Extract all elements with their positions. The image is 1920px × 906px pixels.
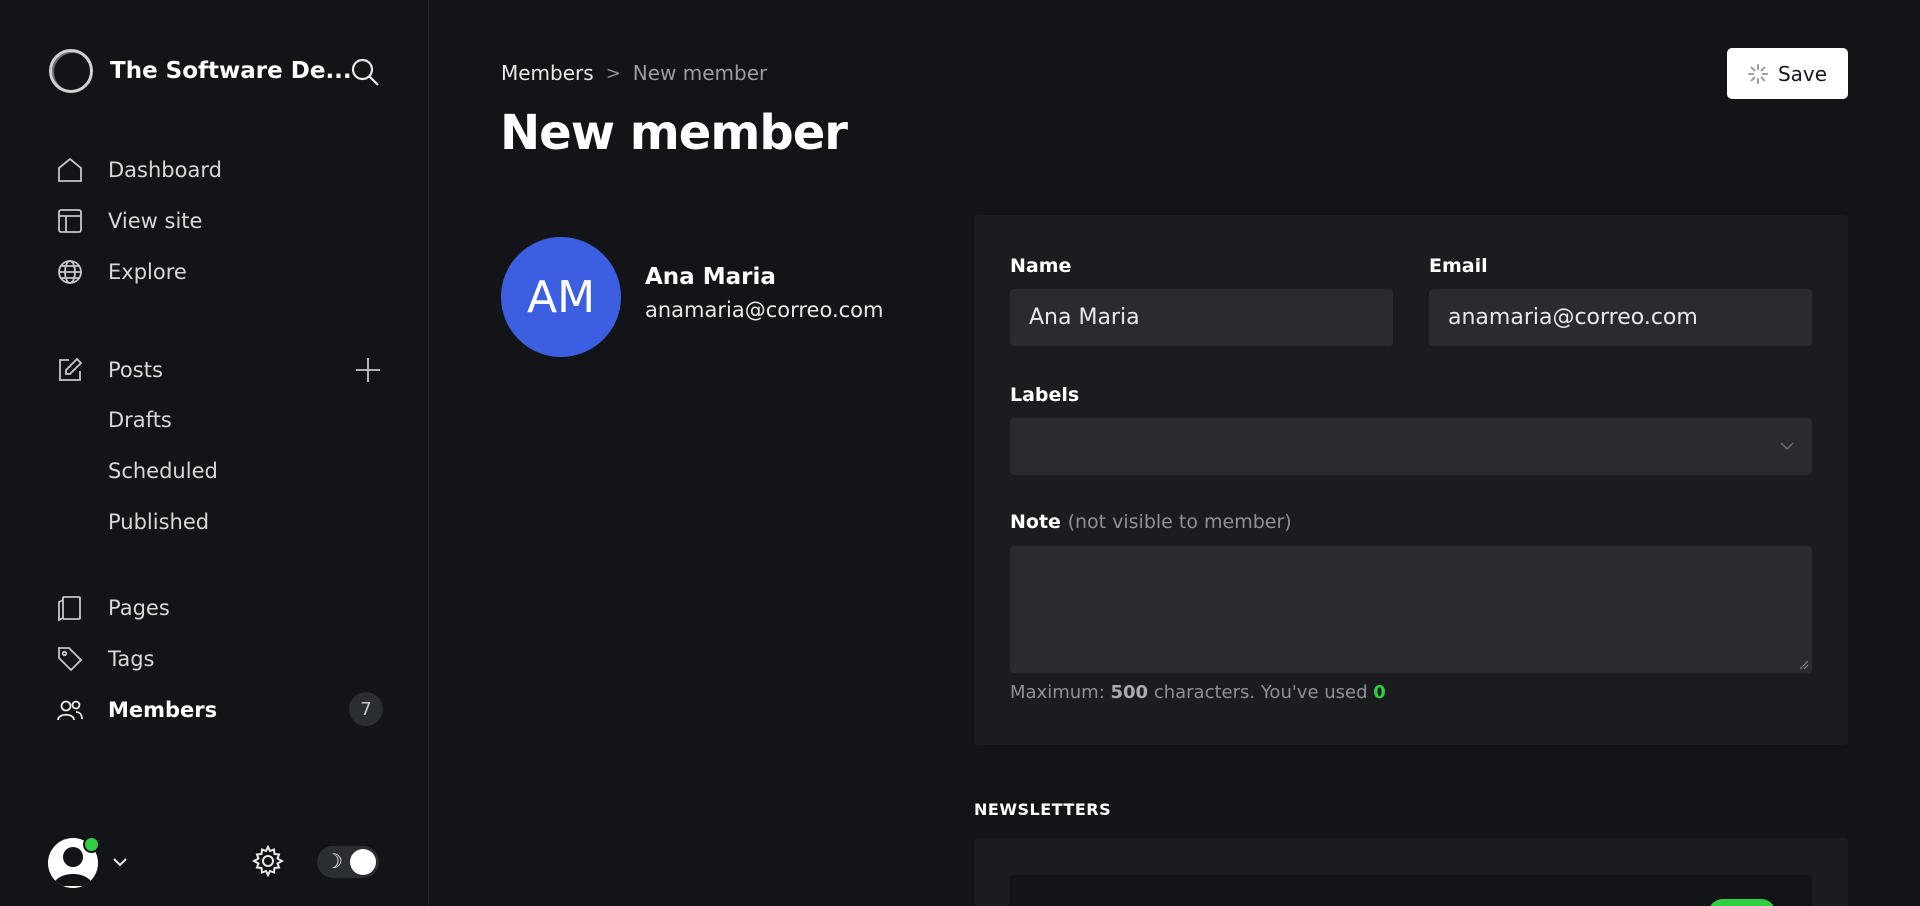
spinner-icon [1747, 63, 1768, 84]
gear-icon[interactable] [252, 845, 284, 877]
newsletter-row [1010, 875, 1812, 906]
nav-posts[interactable]: Posts [56, 355, 163, 385]
nav-members-label: Members [108, 698, 218, 722]
char-prefix: Maximum: [1010, 682, 1105, 703]
labels-select[interactable] [1010, 418, 1812, 475]
nav-pages-label: Pages [108, 596, 170, 620]
newsletter-subscribe-toggle[interactable] [1708, 899, 1776, 906]
view-site-icon [58, 209, 82, 233]
chevron-down-icon[interactable] [110, 852, 130, 872]
nav-pages[interactable]: Pages [56, 593, 170, 623]
character-count-hint: Maximum: 500 characters. You've used 0 [1010, 682, 1386, 703]
char-max: 500 [1110, 682, 1149, 703]
member-details-card: Name Ana Maria Email anamaria@correo.com… [974, 215, 1848, 745]
nav-dashboard[interactable]: Dashboard [56, 155, 222, 185]
nav-scheduled[interactable]: Scheduled [108, 459, 218, 483]
plus-icon[interactable] [354, 356, 382, 384]
breadcrumb-separator: > [605, 62, 621, 84]
toggle-knob [350, 849, 376, 875]
nav-tags-label: Tags [108, 647, 155, 671]
nav-drafts[interactable]: Drafts [108, 408, 172, 432]
note-label-text: Note [1010, 511, 1061, 533]
email-label: Email [1429, 255, 1488, 277]
nav-view-site[interactable]: View site [56, 206, 202, 236]
breadcrumb: Members > New member [501, 61, 767, 85]
page-title: New member [500, 105, 848, 161]
theme-toggle[interactable]: ☽ [317, 846, 379, 878]
nav-explore-label: Explore [108, 260, 187, 284]
member-email: anamaria@correo.com [645, 298, 884, 322]
save-button[interactable]: Save [1727, 48, 1848, 99]
resize-handle-icon[interactable] [1799, 660, 1809, 670]
moon-icon: ☽ [325, 849, 343, 873]
newsletters-heading: NEWSLETTERS [974, 800, 1112, 819]
save-button-label: Save [1777, 61, 1828, 86]
breadcrumb-members-link[interactable]: Members [501, 61, 594, 85]
members-icon [57, 700, 83, 721]
email-input[interactable]: anamaria@correo.com [1429, 289, 1812, 346]
edit-icon [59, 357, 83, 381]
tag-icon [58, 647, 83, 672]
pages-icon [58, 596, 81, 622]
labels-label: Labels [1010, 384, 1080, 406]
member-initials: AM [526, 271, 596, 323]
home-icon [58, 157, 82, 182]
nav-posts-label: Posts [108, 358, 163, 382]
nav-view-site-label: View site [108, 209, 203, 233]
member-name: Ana Maria [645, 264, 776, 290]
char-used: 0 [1373, 682, 1386, 703]
newsletters-card [974, 838, 1848, 906]
chevron-down-icon [1780, 442, 1794, 451]
note-label: Note (not visible to member) [1010, 511, 1292, 533]
members-count-badge: 7 [349, 692, 383, 726]
char-middle: characters. You've used [1153, 682, 1368, 703]
breadcrumb-current: New member [632, 61, 768, 85]
nav-members[interactable]: Members [56, 695, 217, 725]
nav-dashboard-label: Dashboard [108, 158, 222, 182]
name-input[interactable]: Ana Maria [1010, 289, 1393, 346]
brand[interactable]: The Software De... [49, 49, 352, 93]
note-hint: (not visible to member) [1067, 511, 1292, 533]
sidebar: The Software De... Dashboard View site E… [0, 0, 429, 906]
search-icon[interactable] [350, 57, 380, 87]
note-textarea[interactable] [1010, 546, 1812, 673]
name-label: Name [1010, 255, 1072, 277]
member-avatar: AM [501, 237, 621, 357]
site-title: The Software De... [110, 58, 352, 84]
nav-explore[interactable]: Explore [56, 257, 187, 287]
site-logo [49, 49, 93, 93]
nav-published[interactable]: Published [108, 510, 209, 534]
online-status-dot [83, 836, 100, 853]
globe-icon [58, 260, 82, 284]
nav-tags[interactable]: Tags [56, 644, 155, 674]
